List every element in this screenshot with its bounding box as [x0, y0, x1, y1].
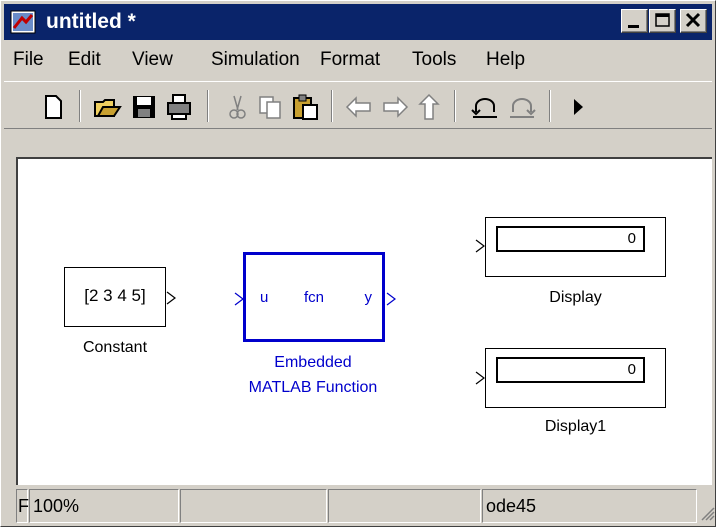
toolbar-separator [79, 90, 81, 122]
toolbar [4, 81, 712, 129]
status-cell-2 [180, 489, 327, 523]
constant-value: [2 3 4 5] [84, 286, 146, 305]
display-block[interactable]: 0 [485, 217, 666, 277]
minimize-button[interactable] [621, 9, 648, 33]
open-icon[interactable] [92, 92, 122, 122]
menu-tools[interactable]: Tools [412, 49, 456, 71]
display1-readout: 0 [496, 357, 645, 383]
display-readout: 0 [496, 226, 645, 252]
toolbar-separator [331, 90, 333, 122]
menu-view[interactable]: View [132, 49, 173, 71]
function-name: fcn [303, 289, 324, 306]
menu-simulation[interactable]: Simulation [211, 49, 300, 71]
simulink-model-window: untitled * File Edit View Simulation For… [0, 0, 716, 527]
display1-value: 0 [627, 361, 636, 378]
function-input-port[interactable] [234, 292, 246, 306]
copy-icon[interactable] [255, 92, 285, 122]
status-cell-0: F [16, 489, 29, 523]
cut-icon[interactable] [222, 92, 252, 122]
paste-icon[interactable] [290, 92, 320, 122]
menu-edit[interactable]: Edit [68, 49, 101, 71]
menu-bar: File Edit View Simulation Format Tools H… [4, 43, 712, 77]
redo-icon[interactable] [507, 92, 537, 122]
display-label: Display [549, 289, 602, 306]
menu-help[interactable]: Help [486, 49, 525, 71]
window-title: untitled * [46, 10, 136, 33]
status-solver: ode45 [482, 489, 697, 523]
status-cell-3 [328, 489, 481, 523]
maximize-icon [655, 13, 670, 27]
menu-format[interactable]: Format [320, 49, 380, 71]
resize-grip-icon[interactable] [699, 505, 715, 521]
print-icon[interactable] [164, 92, 194, 122]
toolbar-separator [207, 90, 209, 122]
title-bar[interactable]: untitled * [4, 4, 712, 40]
new-icon[interactable] [38, 92, 68, 122]
function-output-port[interactable] [386, 292, 398, 306]
embedded-matlab-function-block[interactable]: u fcn y [243, 252, 385, 342]
toolbar-separator [454, 90, 456, 122]
constant-block[interactable]: [2 3 4 5] [64, 267, 166, 327]
display-value: 0 [627, 230, 636, 247]
constant-output-port[interactable] [166, 291, 178, 305]
run-icon[interactable] [562, 92, 592, 122]
menu-file[interactable]: File [13, 49, 44, 71]
up-icon[interactable] [414, 92, 444, 122]
minimize-icon [628, 25, 639, 28]
output-port-label: y [364, 289, 373, 306]
status-bar: F 100% ode45 [16, 489, 716, 525]
function-label-line2: MATLAB Function [248, 379, 378, 396]
close-icon [685, 12, 701, 28]
undo-icon[interactable] [470, 92, 500, 122]
function-label-line1: Embedded [274, 354, 352, 371]
toolbar-separator [549, 90, 551, 122]
forward-icon[interactable] [380, 92, 410, 122]
constant-label: Constant [82, 339, 148, 356]
simulink-icon [10, 10, 36, 34]
back-icon[interactable] [344, 92, 374, 122]
maximize-button[interactable] [649, 9, 676, 33]
status-zoom: 100% [29, 489, 179, 523]
save-icon[interactable] [129, 92, 159, 122]
display1-label: Display1 [544, 418, 607, 435]
display1-block[interactable]: 0 [485, 348, 666, 408]
model-canvas[interactable]: [2 3 4 5] Constant u fcn y Embedded MATL… [16, 157, 712, 485]
close-button[interactable] [680, 9, 707, 33]
